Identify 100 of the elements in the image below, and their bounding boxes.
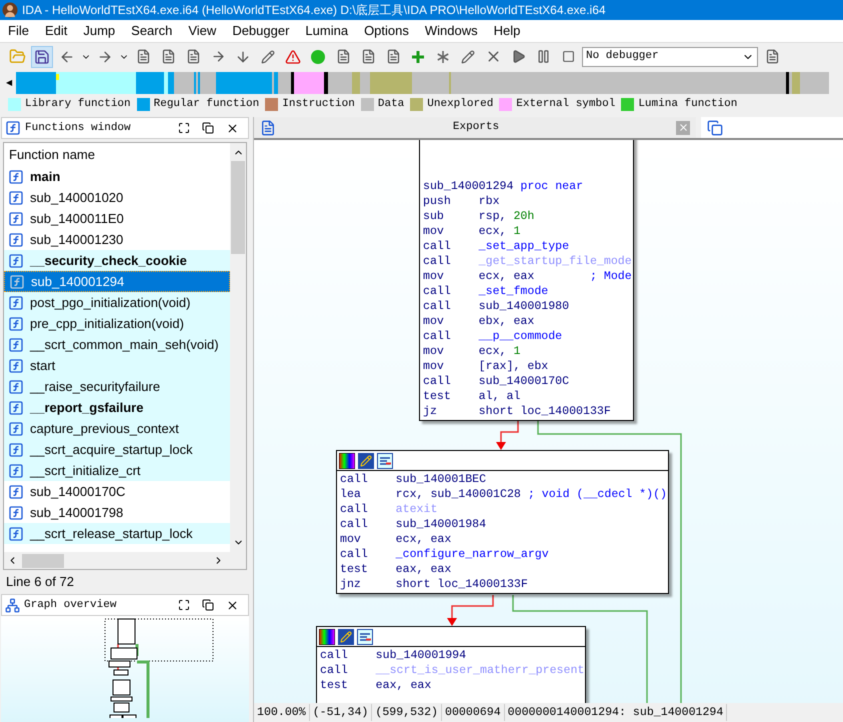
code-line: push rbx <box>423 194 501 209</box>
function-icon <box>8 442 24 458</box>
branch-arrow <box>496 419 519 450</box>
menu-item[interactable]: Windows <box>416 20 486 42</box>
function-row[interactable]: __scrt_common_main_seh(void) <box>4 334 230 355</box>
code-line: call _get_startup_file_mode <box>423 254 632 269</box>
function-row[interactable]: sub_140001294 <box>4 271 230 292</box>
pencil-icon[interactable] <box>338 628 354 644</box>
code-line: call sub_140001994 <box>320 648 468 663</box>
menu-item[interactable]: Search <box>123 20 180 42</box>
function-row[interactable]: capture_previous_context <box>4 418 230 439</box>
code-line: mov ebx, eax <box>423 314 536 329</box>
code-line: test al, al <box>423 389 522 404</box>
code-line: mov ecx, eax ; Mode <box>423 269 632 284</box>
panel-title: Functions window <box>25 120 132 136</box>
code-line: call sub_14000170C <box>423 374 570 389</box>
maximize-icon[interactable] <box>178 122 190 134</box>
graph-icon[interactable] <box>357 628 373 644</box>
scroll-thumb[interactable] <box>22 554 64 568</box>
color-palette-icon[interactable] <box>339 452 355 468</box>
scroll-thumb[interactable] <box>231 161 245 254</box>
function-icon <box>8 168 24 184</box>
code-line: call __p__commode <box>423 329 564 344</box>
close-icon[interactable] <box>226 122 239 134</box>
debugger-select[interactable]: No debugger <box>582 46 758 66</box>
status-field: 00000694 <box>442 704 505 722</box>
code-line: mov ecx, eax <box>340 532 452 547</box>
code-line: jnz short loc_14000133F <box>340 577 529 592</box>
graph-overview-drawing[interactable] <box>104 618 216 718</box>
menu-item[interactable]: Lumina <box>297 20 356 42</box>
code-line: call _set_app_type <box>423 239 570 254</box>
code-block[interactable]: call sub_140001BEC lea rcx, sub_140001C28 ; void (__cdecl *)() call atexit call sub_140001984 mov ecx, eax call _configure_narrow_argv test eax, eax jnz short loc_14000133F <box>336 450 669 594</box>
legend-label: Library function <box>25 97 131 112</box>
color-palette-icon[interactable] <box>319 628 335 644</box>
code-line: call sub_140001BEC <box>340 472 488 487</box>
code-line: mov [rax], ebx <box>423 359 550 374</box>
status-field: 0000000140001294: sub_140001294 <box>504 704 728 722</box>
status-field: (599,532) <box>372 704 442 722</box>
graph-icon[interactable] <box>377 452 393 468</box>
function-row[interactable]: __report_gsfailure <box>4 397 230 418</box>
menu-item[interactable]: Debugger <box>224 20 298 42</box>
column-header[interactable]: Function name <box>4 143 230 166</box>
code-block[interactable] <box>419 140 634 421</box>
view-tab[interactable] <box>701 117 843 138</box>
save-button[interactable] <box>31 46 53 68</box>
code-line: mov ecx, 1 <box>423 344 522 359</box>
legend-label: Data <box>378 97 404 112</box>
status-field: (-51,34) <box>310 704 372 722</box>
function-row[interactable]: __security_check_cookie <box>4 250 230 271</box>
function-row[interactable]: pre_cpp_initialization(void) <box>4 313 230 334</box>
close-icon[interactable] <box>226 598 239 612</box>
restore-icon[interactable] <box>202 122 214 134</box>
left-arrow-icon[interactable]: ◀ <box>6 78 12 87</box>
function-row[interactable]: start <box>4 355 230 376</box>
menu-item[interactable]: Options <box>356 20 417 42</box>
menu-item[interactable]: View <box>180 20 224 42</box>
function-icon <box>8 294 24 310</box>
code-line: sub_140001294 proc near <box>423 179 584 194</box>
status-field: 100.00% <box>254 704 310 722</box>
legend-label: Instruction <box>282 97 355 112</box>
function-icon <box>8 210 24 226</box>
code-line: call __scrt_is_user_matherr_present <box>320 663 584 678</box>
function-icon <box>5 120 21 136</box>
function-icon <box>8 526 24 542</box>
function-icon <box>8 462 24 478</box>
window-title: IDA - HelloWorldTEstX64.exe.i64 (HelloWorldTEstX64.exe) D:\底层工具\IDA PRO\HelloWorldTEstX64.exe.i64 <box>22 2 606 19</box>
function-row[interactable]: post_pgo_initialization(void) <box>4 292 230 313</box>
function-row[interactable]: __raise_securityfailure <box>4 376 230 397</box>
function-row[interactable]: __scrt_initialize_crt <box>4 460 230 481</box>
branch-arrow <box>447 595 494 626</box>
menu-item[interactable]: Edit <box>36 20 76 42</box>
maximize-icon[interactable] <box>178 599 190 611</box>
restore-icon[interactable] <box>202 599 214 611</box>
pencil-icon[interactable] <box>358 452 374 468</box>
document-icon <box>707 120 723 136</box>
code-line: jz short loc_14000133F <box>423 404 612 419</box>
code-line: test eax, eax <box>340 562 452 577</box>
function-icon <box>8 484 24 500</box>
function-icon <box>9 274 25 290</box>
function-icon <box>8 252 24 268</box>
function-icon <box>8 420 24 436</box>
exports-tab[interactable]: Exports <box>254 117 696 138</box>
menu-item[interactable]: Jump <box>75 20 124 42</box>
code-line: call sub_140001984 <box>340 517 488 532</box>
panel-title: Graph overview <box>24 598 118 613</box>
legend-label: External symbol <box>516 97 616 112</box>
function-row[interactable]: __scrt_acquire_startup_lock <box>4 439 230 460</box>
code-line: lea rcx, sub_140001C28 ; void (__cdecl *)() <box>340 487 667 502</box>
code-line: call _configure_narrow_argv <box>340 547 550 562</box>
function-row[interactable]: __scrt_release_startup_lock <box>4 523 230 544</box>
document-icon <box>260 120 276 136</box>
horizontal-scrollbar[interactable] <box>4 552 246 569</box>
line-counter: Line 6 of 72 <box>6 573 74 592</box>
legend-label: Lumina function <box>638 97 738 112</box>
menu-item[interactable]: Help <box>486 20 528 42</box>
vertical-scrollbar[interactable] <box>230 143 246 552</box>
function-icon <box>8 358 24 374</box>
code-line: call sub_140001980 <box>423 299 570 314</box>
menu-item[interactable]: File <box>0 20 37 42</box>
code-block[interactable]: call sub_140001994 call __scrt_is_user_matherr_present test eax, eax <box>316 626 586 703</box>
